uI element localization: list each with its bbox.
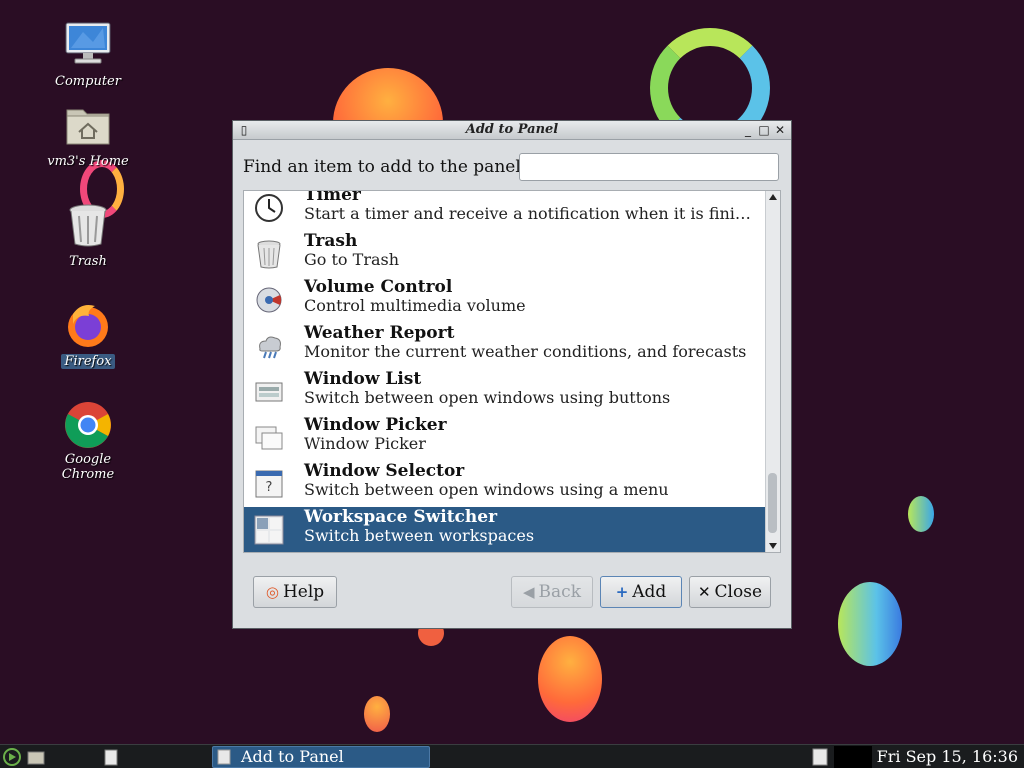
window-picker-icon [254,423,284,453]
menu-icon[interactable] [2,746,22,768]
workspace-switcher-icon [254,515,284,545]
search-input[interactable] [519,153,779,181]
list-item-name: Window List [304,369,422,389]
desktop-icon-label: Trash [69,254,107,269]
dialog-titlebar[interactable]: ▯ Add to Panel _ □ ✕ [233,121,791,140]
list-item[interactable]: Volume Control Control multimedia volume [244,277,766,323]
list-item[interactable]: Window List Switch between open windows u… [244,369,766,415]
desktop-icon-label: Computer [55,74,121,89]
add-button[interactable]: + Add [600,576,682,608]
close-icon[interactable]: ✕ [773,123,787,137]
desktop-icon-label: Google Chrome [61,452,115,482]
list-item-name: Weather Report [304,323,455,343]
scroll-thumb[interactable] [768,473,777,533]
list-item-description: Control multimedia volume [304,296,526,315]
list-item-description: Switch between open windows using button… [304,388,671,407]
volume-icon [254,285,284,315]
plus-icon: + [615,583,629,601]
list-item-name: Volume Control [304,277,453,297]
trash-icon [254,239,284,269]
back-button[interactable]: ◀ Back [511,576,593,608]
list-item[interactable]: Timer Start a timer and receive a notific… [244,190,766,231]
firefox-icon [68,305,108,347]
list-item-description: Switch between workspaces [304,526,535,545]
workspace-preview[interactable] [834,746,872,768]
close-button[interactable]: ✕ Close [689,576,771,608]
back-arrow-icon: ◀ [523,583,535,601]
find-label: Find an item to add to the panel: [243,157,527,177]
list-item[interactable]: Trash Go to Trash [244,231,766,277]
list-item-description: Start a timer and receive a notification… [304,204,751,223]
help-icon: ◎ [265,583,279,601]
list-item[interactable]: Weather Report Monitor the current weathe… [244,323,766,369]
list-scrollbar[interactable] [765,191,780,552]
desktop-icon-trash[interactable]: Trash [38,200,138,269]
chrome-icon [65,402,111,448]
maximize-icon[interactable]: □ [757,123,771,137]
window-icon [217,749,231,765]
desktop-icon-chrome[interactable]: Google Chrome [38,400,138,482]
window-list-icon [254,377,284,407]
list-item-name: Window Picker [304,415,447,435]
add-to-panel-dialog: ▯ Add to Panel _ □ ✕ Find an item to add… [232,120,792,629]
scroll-down-icon[interactable] [769,543,777,549]
list-item-description: Switch between open windows using a menu [304,480,669,499]
weather-icon [254,331,284,361]
list-item-name: Trash [304,231,358,251]
clock[interactable]: Fri Sep 15, 16:36 [877,746,1018,768]
file-manager-icon[interactable] [26,746,46,768]
taskbar-task-add-to-panel[interactable]: Add to Panel [212,746,430,768]
desktop-icon-home[interactable]: vm3's Home [38,100,138,169]
scroll-up-icon[interactable] [769,194,777,200]
svg-text:?: ? [266,480,273,495]
list-item-description: Go to Trash [304,250,400,269]
desktop-icon-label: Firefox [61,354,115,369]
list-item[interactable]: ? Window Selector Switch between open wind… [244,461,766,507]
show-desktop-icon[interactable] [102,746,120,768]
desktop-icon-label: vm3's Home [47,154,129,169]
help-button[interactable]: ◎ Help [253,576,337,608]
home-folder-icon [66,109,110,145]
dialog-title: Add to Panel [465,122,559,137]
computer-icon [65,22,111,64]
list-item-name: Timer [304,190,361,205]
list-item[interactable]: Workspace Switcher Switch between workspa… [244,507,766,552]
desktop-icon-firefox[interactable]: Firefox [38,300,138,369]
list-item-description: Monitor the current weather conditions, … [304,342,747,361]
close-x-icon: ✕ [697,583,711,601]
trash-icon [69,204,107,247]
list-item-name: Window Selector [304,461,465,481]
list-item-description: Window Picker [304,434,426,453]
taskbar: Add to Panel Fri Sep 15, 16:36 [0,744,1024,768]
tray-window-icon[interactable] [810,746,830,768]
window-selector-icon: ? [254,469,284,499]
minimize-icon[interactable]: _ [741,123,755,137]
list-item-name: Workspace Switcher [304,507,498,527]
list-item[interactable]: Window Picker Window Picker [244,415,766,461]
clock-icon [254,193,284,223]
desktop-icon-computer[interactable]: Computer [38,20,138,89]
applet-list[interactable]: Timer Start a timer and receive a notific… [243,190,781,553]
